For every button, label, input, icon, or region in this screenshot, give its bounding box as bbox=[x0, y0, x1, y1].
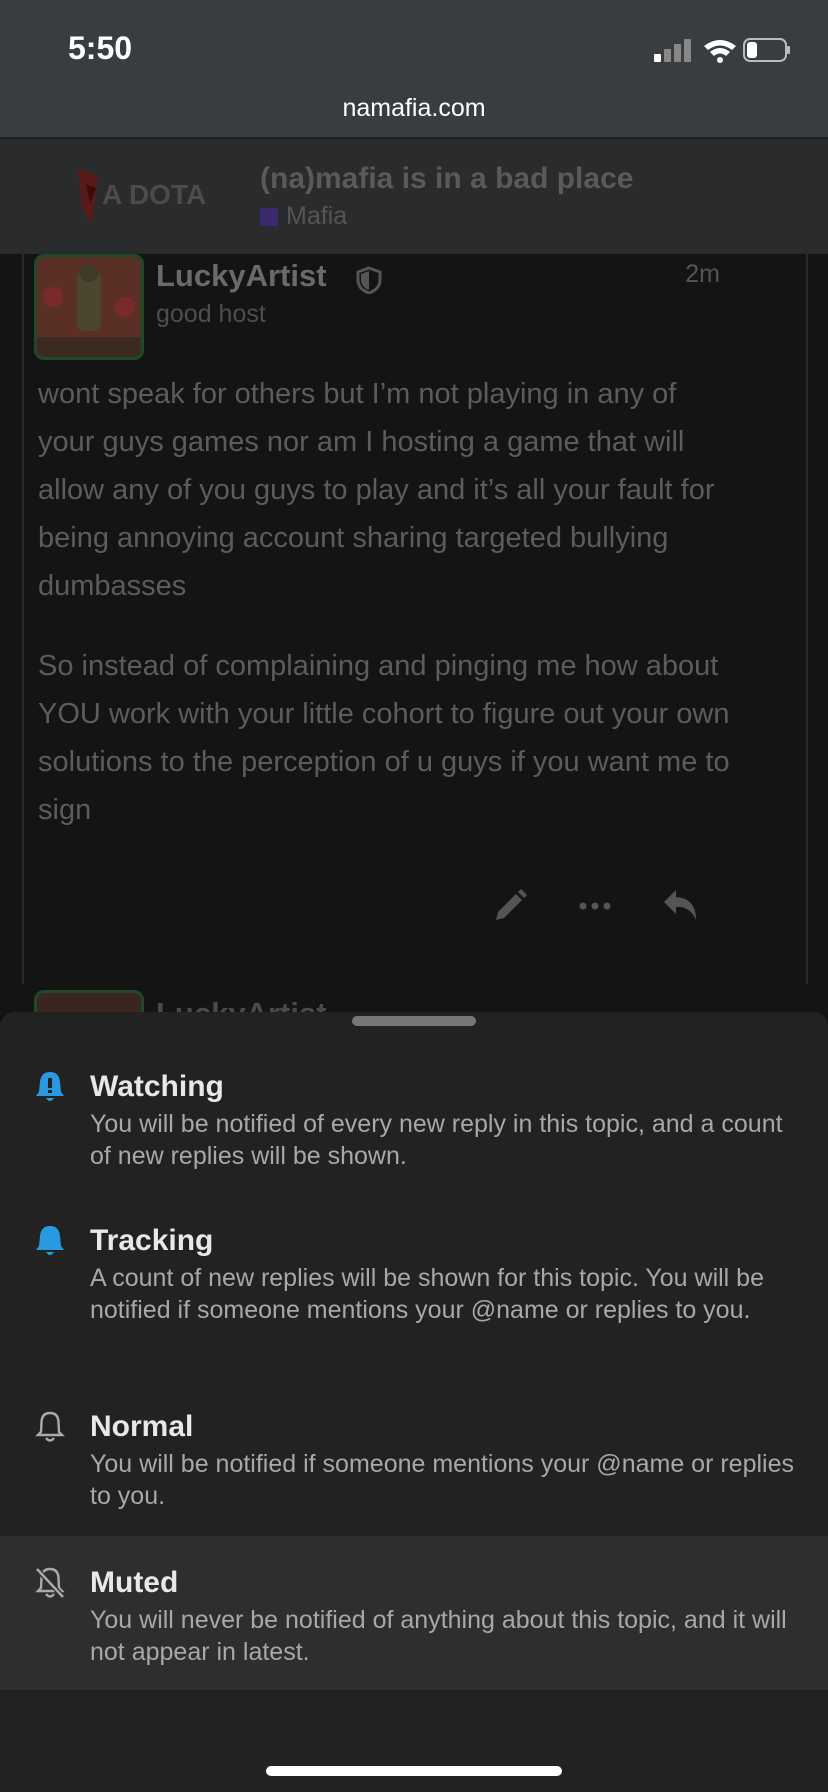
post-paragraph: wont speak for others but I’m not playin… bbox=[38, 378, 715, 602]
divider bbox=[806, 254, 808, 984]
bell-slash-icon bbox=[35, 1567, 65, 1599]
status-bar: 5:50 namafia.com bbox=[0, 0, 828, 139]
option-description: A count of new replies will be shown for… bbox=[90, 1264, 764, 1324]
edit-pencil-icon[interactable] bbox=[490, 886, 530, 926]
option-label: Watching bbox=[90, 1070, 224, 1103]
category-swatch bbox=[260, 208, 278, 226]
logo-text: A DOTA bbox=[102, 179, 206, 210]
option-tracking[interactable]: Tracking A count of new replies will be … bbox=[0, 1220, 828, 1380]
option-label: Normal bbox=[90, 1410, 194, 1443]
option-description: You will never be notified of anything a… bbox=[90, 1606, 787, 1666]
bell-exclamation-icon bbox=[36, 1072, 64, 1101]
post-paragraph: So instead of complaining and pinging me… bbox=[38, 650, 730, 826]
option-label: Tracking bbox=[90, 1224, 214, 1257]
wifi-icon bbox=[704, 40, 736, 63]
option-muted[interactable]: Muted You will never be notified of anyt… bbox=[0, 1536, 828, 1690]
divider bbox=[22, 254, 24, 984]
post-timestamp[interactable]: 2m bbox=[685, 260, 720, 289]
url-bar[interactable]: namafia.com bbox=[0, 94, 828, 123]
topic-title[interactable]: (na)mafia is in a bad place bbox=[260, 162, 633, 196]
option-label: Muted bbox=[90, 1566, 179, 1599]
site-logo[interactable]: A DOTA bbox=[76, 164, 236, 226]
option-description: You will be notified if someone mentions… bbox=[90, 1450, 794, 1510]
status-icons bbox=[654, 38, 790, 63]
bell-filled-icon bbox=[36, 1226, 64, 1255]
cellular-signal-icon bbox=[654, 39, 691, 62]
battery-icon bbox=[743, 38, 790, 62]
reply-icon[interactable] bbox=[660, 886, 700, 926]
category-badge[interactable]: Mafia bbox=[260, 202, 347, 231]
option-normal[interactable]: Normal You will be notified if someone m… bbox=[0, 1406, 828, 1536]
user-title: good host bbox=[156, 300, 266, 328]
post-username[interactable]: LuckyArtist bbox=[156, 258, 327, 294]
sheet-drag-handle[interactable] bbox=[352, 1016, 476, 1026]
more-options-icon[interactable] bbox=[578, 886, 612, 926]
moderator-shield-icon bbox=[356, 266, 382, 294]
bell-outline-icon bbox=[35, 1411, 65, 1442]
option-watching[interactable]: Watching You will be notified of every n… bbox=[0, 1066, 828, 1196]
avatar[interactable] bbox=[34, 254, 144, 360]
status-time: 5:50 bbox=[68, 30, 133, 66]
post-body: wont speak for others but I’m not playin… bbox=[38, 370, 738, 866]
avatar-image bbox=[37, 257, 141, 357]
option-description: You will be notified of every new reply … bbox=[90, 1110, 783, 1170]
category-label: Mafia bbox=[286, 202, 348, 230]
home-indicator[interactable] bbox=[266, 1766, 562, 1776]
